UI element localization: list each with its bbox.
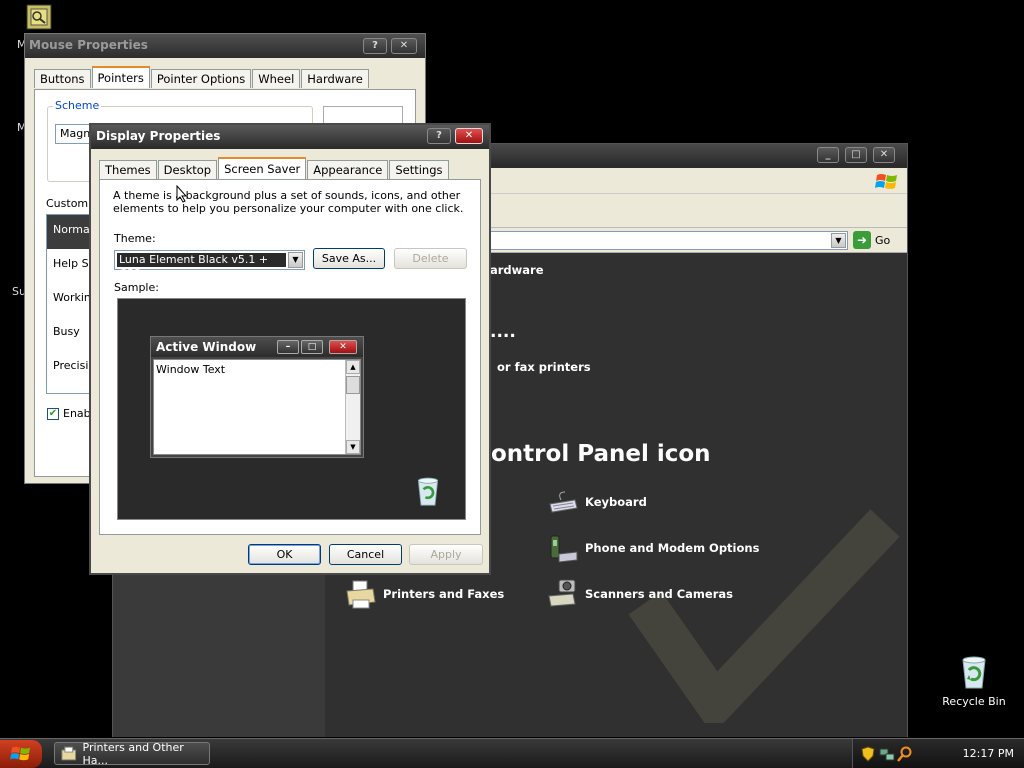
scanner-camera-icon xyxy=(548,579,576,607)
pick-control-panel-heading: ontrol Panel icon xyxy=(491,441,711,467)
cp-item-keyboard[interactable]: Keyboard xyxy=(547,486,647,518)
taskbar-button-printers[interactable]: Printers and Other Ha... xyxy=(54,740,210,767)
mouse-cursor-icon xyxy=(176,185,188,203)
printer-icon xyxy=(346,580,376,609)
cp-item-scanners-cameras[interactable]: Scanners and Cameras xyxy=(547,578,733,610)
mouse-tabs: Buttons Pointers Pointer Options Wheel H… xyxy=(34,66,370,88)
control-panel-icon xyxy=(26,4,52,30)
system-tray: 12:17 PM xyxy=(852,739,1024,768)
mouse-title: Mouse Properties xyxy=(29,38,148,52)
theme-label: Theme: xyxy=(114,232,156,245)
category-dots: .... xyxy=(490,322,516,342)
tab-pointer-options[interactable]: Pointer Options xyxy=(150,69,252,88)
theme-select[interactable]: Luna Element Black v5.1 + CSS ▼ xyxy=(114,250,305,280)
recycle-bin-icon xyxy=(962,656,986,689)
close-button[interactable]: ✕ xyxy=(873,147,895,163)
delete-button[interactable]: Delete xyxy=(394,248,467,269)
search-icon[interactable] xyxy=(897,746,913,762)
scheme-label: Scheme xyxy=(53,99,102,112)
tab-desktop[interactable]: Desktop xyxy=(157,160,218,179)
tab-hardware[interactable]: Hardware xyxy=(301,69,369,88)
cp-item-phone-modem[interactable]: Phone and Modem Options xyxy=(547,532,759,564)
cp-item-label: Printers and Faxes xyxy=(383,587,505,601)
close-icon: ✕ xyxy=(329,340,357,354)
maximize-button[interactable]: □ xyxy=(845,147,867,163)
sample-titlebar: Active Window – □ ✕ xyxy=(151,337,363,357)
cp-item-printers-faxes[interactable]: Printers and Faxes xyxy=(345,578,504,610)
category-heading-partial: ardware xyxy=(490,263,544,277)
sample-window-title: Active Window xyxy=(156,340,257,354)
tab-pointers[interactable]: Pointers xyxy=(91,66,150,88)
recycle-bin[interactable]: Recycle Bin xyxy=(942,656,1006,708)
taskbar: Printers and Other Ha... 12:17 PM xyxy=(0,738,1024,768)
sample-window-text: Window Text xyxy=(156,363,226,376)
sample-label: Sample: xyxy=(114,281,159,294)
apply-button[interactable]: Apply xyxy=(409,544,483,565)
cp-item-label: Phone and Modem Options xyxy=(585,541,760,555)
sample-active-window: Active Window – □ ✕ Window Text ▲ ▼ xyxy=(150,336,364,458)
keyboard-icon xyxy=(549,491,578,513)
enable-label: Enab xyxy=(63,407,91,420)
display-tabs: Themes Desktop Screen Saver Appearance S… xyxy=(99,157,450,179)
sample-window-body: Window Text ▲ ▼ xyxy=(153,359,361,455)
mouse-titlebar[interactable]: Mouse Properties ? ✕ xyxy=(25,34,425,58)
sample-recycle-bin-icon xyxy=(417,477,439,506)
display-properties-window[interactable]: Display Properties ? ✕ Themes Desktop Sc… xyxy=(89,123,491,575)
display-tab-panel: A theme is a background plus a set of so… xyxy=(99,179,481,535)
display-titlebar[interactable]: Display Properties ? ✕ xyxy=(91,125,489,149)
close-button[interactable]: ✕ xyxy=(391,38,417,54)
tab-themes[interactable]: Themes xyxy=(99,160,157,179)
address-dropdown-button[interactable]: ▼ xyxy=(831,233,846,248)
go-arrow-icon: ➜ xyxy=(853,231,871,249)
theme-value: Luna Element Black v5.1 + CSS xyxy=(117,253,286,280)
close-button[interactable]: ✕ xyxy=(455,128,483,144)
enable-checkbox[interactable]: ✔ Enab xyxy=(47,407,91,420)
tab-buttons[interactable]: Buttons xyxy=(34,69,91,88)
phone-modem-icon xyxy=(550,535,578,563)
cancel-button[interactable]: Cancel xyxy=(329,544,402,565)
tab-screen-saver[interactable]: Screen Saver xyxy=(218,157,307,179)
help-button[interactable]: ? xyxy=(363,38,387,54)
scroll-down-icon: ▼ xyxy=(346,440,360,454)
security-shield-icon[interactable] xyxy=(861,746,875,762)
help-button[interactable]: ? xyxy=(427,128,451,144)
minimize-icon: – xyxy=(277,340,299,354)
tab-settings[interactable]: Settings xyxy=(389,160,449,179)
windows-logo-icon xyxy=(875,174,897,189)
save-as-button[interactable]: Save As... xyxy=(313,248,385,269)
display-title: Display Properties xyxy=(96,129,221,143)
fax-printers-link[interactable]: or fax printers xyxy=(497,360,591,374)
sample-scrollbar: ▲ ▼ xyxy=(345,360,360,454)
chevron-down-icon[interactable]: ▼ xyxy=(288,252,303,268)
tab-wheel[interactable]: Wheel xyxy=(252,69,301,88)
cp-item-label: Keyboard xyxy=(585,495,647,509)
desktop-icon-top[interactable] xyxy=(26,4,52,33)
recycle-bin-label: Recycle Bin xyxy=(942,695,1006,708)
cp-item-label: Scanners and Cameras xyxy=(585,587,733,601)
network-icon[interactable] xyxy=(879,746,895,762)
ok-button[interactable]: OK xyxy=(248,544,321,565)
checkbox-checked-icon: ✔ xyxy=(47,407,59,420)
go-button[interactable]: ➜ Go xyxy=(853,231,890,249)
go-label: Go xyxy=(875,233,891,247)
theme-sample-preview: Active Window – □ ✕ Window Text ▲ ▼ xyxy=(117,298,466,520)
scroll-up-icon: ▲ xyxy=(346,360,360,374)
maximize-icon: □ xyxy=(301,340,323,354)
clock[interactable]: 12:17 PM xyxy=(963,747,1014,760)
start-button[interactable] xyxy=(0,740,42,768)
scroll-thumb xyxy=(346,376,360,394)
task-label: Printers and Other Ha... xyxy=(82,740,184,767)
tab-appearance[interactable]: Appearance xyxy=(307,160,389,179)
folder-printer-icon xyxy=(61,746,77,760)
theme-description: A theme is a background plus a set of so… xyxy=(113,189,464,215)
address-input[interactable]: ▼ xyxy=(483,231,848,250)
windows-flag-icon xyxy=(10,746,30,761)
minimize-button[interactable]: _ xyxy=(817,147,839,163)
